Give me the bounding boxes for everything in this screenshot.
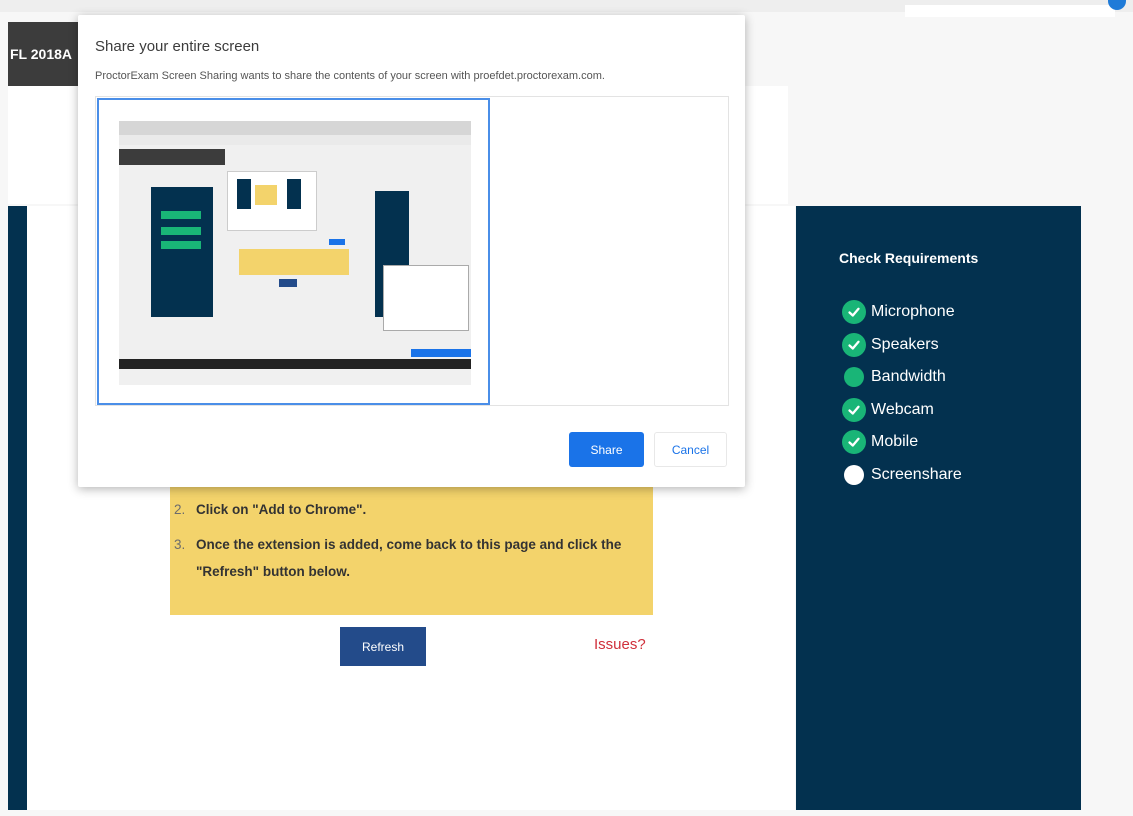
requirements-panel: Check Requirements Microphone Speakers B…: [796, 206, 1081, 810]
issues-link[interactable]: Issues?: [594, 636, 646, 653]
check-circle-icon: [842, 397, 866, 422]
instruction-step: 2. Click on "Add to Chrome".: [174, 496, 633, 523]
check-circle-icon: [842, 430, 866, 455]
cancel-button[interactable]: Cancel: [654, 432, 727, 467]
step-number: 2.: [174, 502, 186, 517]
requirement-label: Speakers: [871, 335, 939, 353]
refresh-button[interactable]: Refresh: [340, 627, 426, 666]
requirement-label: Microphone: [871, 303, 955, 321]
requirement-screenshare: Screenshare: [842, 459, 962, 492]
dialog-subtitle: ProctorExam Screen Sharing wants to shar…: [95, 70, 605, 82]
check-circle-icon: [842, 300, 866, 325]
dialog-title: Share your entire screen: [95, 38, 260, 55]
status-dot-icon: [842, 463, 866, 487]
requirement-mobile: Mobile: [842, 426, 962, 459]
share-screen-dialog: Share your entire screen ProctorExam Scr…: [78, 15, 745, 487]
step-number: 3.: [174, 537, 186, 552]
requirement-label: Screenshare: [871, 465, 962, 483]
requirement-label: Mobile: [871, 433, 919, 451]
screen-thumbnail-option[interactable]: [97, 98, 490, 405]
requirement-microphone: Microphone: [842, 296, 962, 329]
requirement-label: Bandwidth: [871, 368, 946, 386]
instructions-box: 2. Click on "Add to Chrome". 3. Once the…: [170, 482, 653, 615]
screen-preview-image: [119, 121, 471, 385]
check-circle-icon: [842, 332, 866, 357]
requirements-title: Check Requirements: [839, 250, 979, 266]
instruction-step: 3. Once the extension is added, come bac…: [174, 531, 633, 585]
top-right-bar: [905, 5, 1115, 17]
brand-header: FL 2018A: [8, 22, 80, 86]
requirements-list: Microphone Speakers Bandwidth Webcam Mob…: [842, 296, 962, 491]
step-text: Once the extension is added, come back t…: [196, 537, 622, 579]
step-text: Click on "Add to Chrome".: [196, 502, 367, 517]
status-dot-icon: [842, 365, 866, 389]
requirement-bandwidth: Bandwidth: [842, 361, 962, 394]
requirement-label: Webcam: [871, 400, 934, 418]
left-panel: [8, 206, 27, 810]
requirement-speakers: Speakers: [842, 329, 962, 362]
share-button[interactable]: Share: [569, 432, 644, 467]
screen-picker: [95, 96, 729, 406]
requirement-webcam: Webcam: [842, 394, 962, 427]
